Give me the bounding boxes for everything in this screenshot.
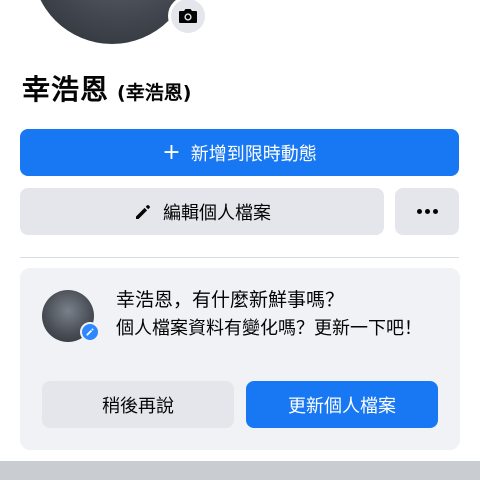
more-dots-icon — [416, 209, 438, 214]
more-options-button[interactable] — [395, 188, 459, 235]
profile-name-row: 幸浩恩 (幸浩恩) — [22, 68, 191, 108]
edit-profile-label: 編輯個人檔案 — [163, 202, 271, 224]
pencil-badge-icon — [80, 322, 100, 342]
profile-update-card: 幸浩恩，有什麼新鮮事嗎？ 個人檔案資料有變化嗎？更新一下吧！ 稍後再說 更新個人… — [20, 268, 460, 450]
later-button[interactable]: 稍後再說 — [42, 381, 234, 428]
change-photo-button[interactable] — [168, 0, 208, 36]
profile-alt-name: (幸浩恩) — [117, 82, 192, 104]
card-subtitle: 個人檔案資料有變化嗎？更新一下吧！ — [116, 318, 422, 339]
profile-name: 幸浩恩 — [22, 73, 110, 106]
update-profile-button[interactable]: 更新個人檔案 — [246, 381, 438, 428]
edit-profile-button[interactable]: 編輯個人檔案 — [20, 188, 384, 235]
card-title: 幸浩恩，有什麼新鮮事嗎？ — [116, 289, 345, 311]
camera-icon — [179, 9, 197, 23]
bottom-separator — [0, 461, 480, 480]
add-to-story-label: 新增到限時動態 — [190, 143, 317, 165]
section-divider — [20, 257, 459, 258]
add-to-story-button[interactable]: + 新增到限時動態 — [20, 129, 459, 176]
plus-icon: + — [162, 139, 181, 165]
pencil-icon — [133, 202, 153, 222]
